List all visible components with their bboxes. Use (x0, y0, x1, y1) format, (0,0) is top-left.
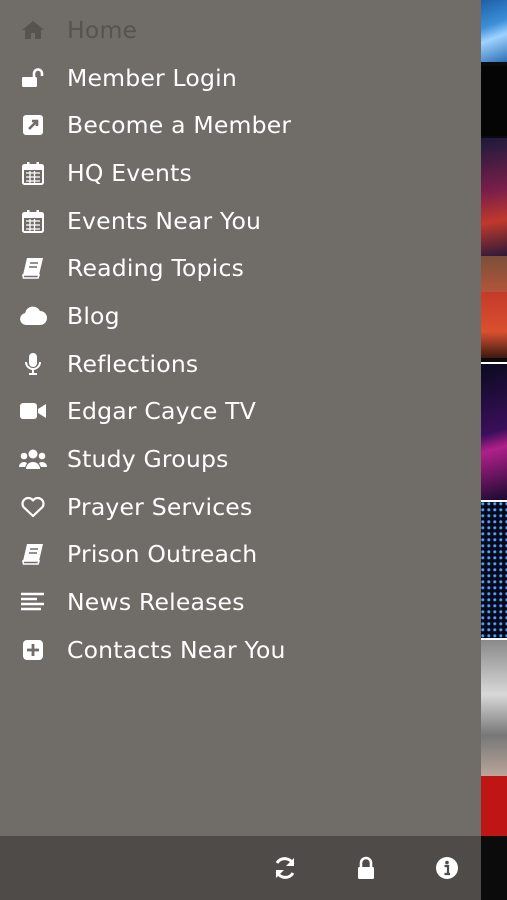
menu-item-label: Prayer Services (67, 492, 253, 521)
menu-item-prison-outreach[interactable]: Prison Outreach (0, 531, 481, 579)
drawer-toolbar (0, 836, 481, 900)
align-left-icon (19, 592, 47, 612)
menu-item-reading-topics[interactable]: Reading Topics (0, 244, 481, 292)
menu-item-label: Become a Member (67, 111, 292, 140)
menu-item-label: Prison Outreach (67, 540, 258, 569)
menu-item-member-login[interactable]: Member Login (0, 54, 481, 102)
menu-item-reflections[interactable]: Reflections (0, 340, 481, 388)
background-content-strip[interactable] (481, 0, 507, 900)
external-link-icon (19, 114, 47, 136)
plus-square-icon (19, 639, 47, 661)
content-tile-image[interactable] (481, 362, 507, 500)
content-tile-image[interactable] (481, 292, 507, 358)
menu-item-become-member[interactable]: Become a Member (0, 101, 481, 149)
heart-icon (19, 496, 47, 518)
content-tile-image[interactable] (481, 776, 507, 836)
menu-item-label: Study Groups (67, 445, 229, 474)
menu-item-prayer-services[interactable]: Prayer Services (0, 483, 481, 531)
calendar-icon (19, 161, 47, 185)
info-button[interactable] (433, 854, 461, 882)
video-camera-icon (19, 402, 47, 420)
book-icon (19, 543, 47, 566)
refresh-button[interactable] (271, 854, 299, 882)
lock-button[interactable] (352, 854, 380, 882)
calendar-icon (19, 209, 47, 233)
menu-item-blog[interactable]: Blog (0, 292, 481, 340)
menu-item-edgar-cayce-tv[interactable]: Edgar Cayce TV (0, 388, 481, 436)
content-tile-image[interactable] (481, 256, 507, 292)
menu-item-home[interactable]: Home (0, 6, 481, 54)
content-tile-image[interactable] (481, 0, 507, 62)
content-tile-image[interactable] (481, 138, 507, 256)
book-icon (19, 257, 47, 280)
home-icon (19, 19, 47, 41)
info-icon (436, 857, 458, 879)
menu-item-events-near-you[interactable]: Events Near You (0, 197, 481, 245)
menu-item-label: Member Login (67, 63, 237, 92)
navigation-drawer: Home Member Login Become a Member HQ Eve… (0, 0, 481, 900)
menu-item-label: Reflections (67, 349, 199, 378)
menu-item-contacts-near-you[interactable]: Contacts Near You (0, 626, 481, 674)
menu-item-label: Edgar Cayce TV (67, 397, 257, 426)
menu-item-label: HQ Events (67, 158, 193, 187)
cloud-icon (19, 306, 47, 326)
microphone-icon (19, 352, 47, 376)
menu-item-label: News Releases (67, 588, 245, 617)
menu-item-label: Blog (67, 301, 120, 330)
menu-item-label: Events Near You (67, 206, 262, 235)
menu-item-label: Contacts Near You (67, 635, 286, 664)
drawer-menu: Home Member Login Become a Member HQ Eve… (0, 0, 481, 674)
menu-item-label: Home (67, 15, 138, 44)
lock-icon (358, 856, 374, 879)
users-icon (19, 448, 47, 470)
content-tile-image[interactable] (481, 66, 507, 136)
content-tile-image[interactable] (481, 836, 507, 900)
menu-item-hq-events[interactable]: HQ Events (0, 149, 481, 197)
content-tile-image[interactable] (481, 638, 507, 776)
unlock-icon (19, 67, 47, 89)
menu-item-label: Reading Topics (67, 254, 245, 283)
refresh-icon (275, 857, 295, 879)
menu-item-study-groups[interactable]: Study Groups (0, 435, 481, 483)
menu-item-news-releases[interactable]: News Releases (0, 578, 481, 626)
content-tile-image[interactable] (481, 500, 507, 638)
